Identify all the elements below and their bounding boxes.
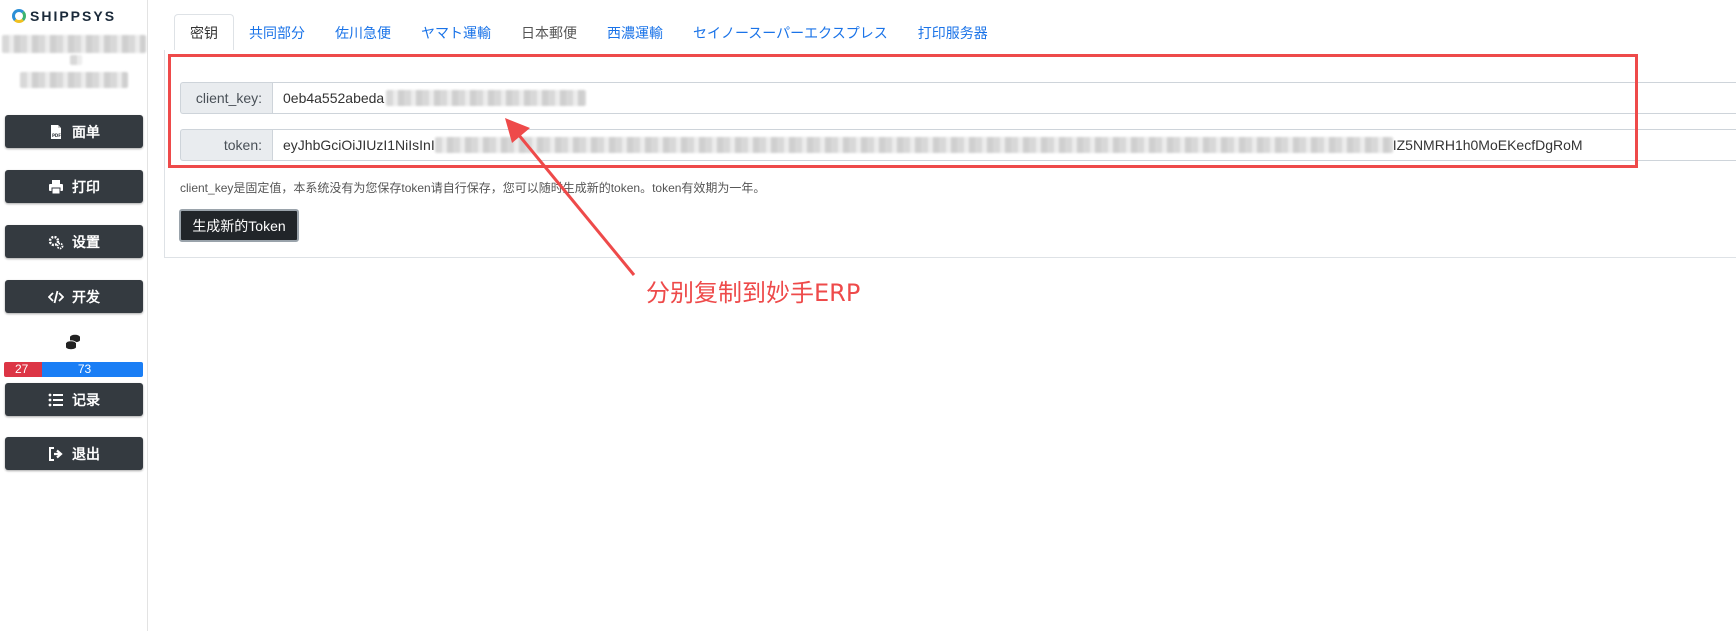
token-value-end: IZ5NMRH1h0MoEKecfDgRoM <box>1392 137 1583 153</box>
sidebar-item-develop[interactable]: 开发 <box>5 280 143 313</box>
tab-print-server[interactable]: 打印服务器 <box>903 14 1003 51</box>
sidebar-item-logout[interactable]: 退出 <box>5 437 143 470</box>
sign-out-icon <box>49 446 63 461</box>
quota-remaining: 73 <box>42 362 143 377</box>
tab-seino[interactable]: 西濃運輸 <box>592 14 678 51</box>
sidebar-item-label: 记录 <box>72 391 100 408</box>
token-group: token: eyJhbGciOiJIUzI1NiIsInI IZ5NMRH1h… <box>180 129 1736 161</box>
sidebar-item-label: 退出 <box>72 445 100 462</box>
printer-icon <box>49 179 63 194</box>
usage-quota-bar: 27 73 <box>4 362 143 377</box>
brand-name: SHIPPSYS <box>30 8 117 24</box>
client-key-value: 0eb4a552abeda <box>283 90 385 106</box>
client-key-group: client_key: 0eb4a552abeda <box>180 82 1736 114</box>
annotation-text: 分别复制到妙手ERP <box>646 279 861 307</box>
sidebar-item-print[interactable]: 打印 <box>5 170 143 203</box>
pdf-file-icon: PDF <box>51 124 61 139</box>
sidebar-item-settings[interactable]: 设置 <box>5 225 143 258</box>
sidebar-item-records[interactable]: 记录 <box>5 383 143 416</box>
code-icon <box>48 290 64 303</box>
logo-icon <box>12 9 26 23</box>
svg-text:PDF: PDF <box>52 133 61 138</box>
client-key-input[interactable]: 0eb4a552abeda <box>272 82 1736 114</box>
tab-common[interactable]: 共同部分 <box>234 14 320 51</box>
sidebar-item-label: 设置 <box>72 233 100 250</box>
redacted-client-key <box>386 90 587 106</box>
token-input[interactable]: eyJhbGciOiJIUzI1NiIsInI IZ5NMRH1h0MoEKec… <box>272 129 1736 161</box>
sidebar: SHIPPSYS PDF 面单 打印 设置 开发 27 73 记录 退出 <box>0 0 148 631</box>
redacted-user-info <box>20 72 128 88</box>
tab-seino-super-express[interactable]: セイノースーパーエクスプレス <box>678 14 903 51</box>
tab-secret-key[interactable]: 密钥 <box>174 14 234 51</box>
sidebar-item-label: 打印 <box>72 178 100 195</box>
sidebar-item-label: 面单 <box>72 123 100 140</box>
token-label: token: <box>180 129 272 161</box>
tab-sagawa[interactable]: 佐川急便 <box>320 14 406 51</box>
quota-used: 27 <box>4 362 42 377</box>
generate-token-button[interactable]: 生成新的Token <box>179 209 299 242</box>
gears-icon <box>48 235 64 249</box>
list-icon <box>48 393 63 406</box>
redacted-user-info <box>2 35 146 53</box>
token-value-start: eyJhbGciOiJIUzI1NiIsInI <box>283 137 435 153</box>
redacted-token <box>434 137 1393 153</box>
brand-logo[interactable]: SHIPPSYS <box>12 6 116 26</box>
help-text: client_key是固定值，本系统没有为您保存token请自行保存，您可以随时… <box>180 181 766 195</box>
sidebar-item-label-sheet[interactable]: PDF 面单 <box>5 115 143 148</box>
tab-bar: 密钥 共同部分 佐川急便 ヤマト運輸 日本郵便 西濃運輸 セイノースーパーエクス… <box>174 14 1003 51</box>
client-key-label: client_key: <box>180 82 272 114</box>
sidebar-item-label: 开发 <box>72 288 100 305</box>
tab-yamato[interactable]: ヤマト運輸 <box>406 14 506 51</box>
tab-japan-post[interactable]: 日本郵便 <box>506 14 592 51</box>
page: SHIPPSYS PDF 面单 打印 设置 开发 27 73 记录 退出 密钥 … <box>0 0 1736 631</box>
database-icon <box>65 334 80 350</box>
redacted-user-info <box>70 55 82 65</box>
